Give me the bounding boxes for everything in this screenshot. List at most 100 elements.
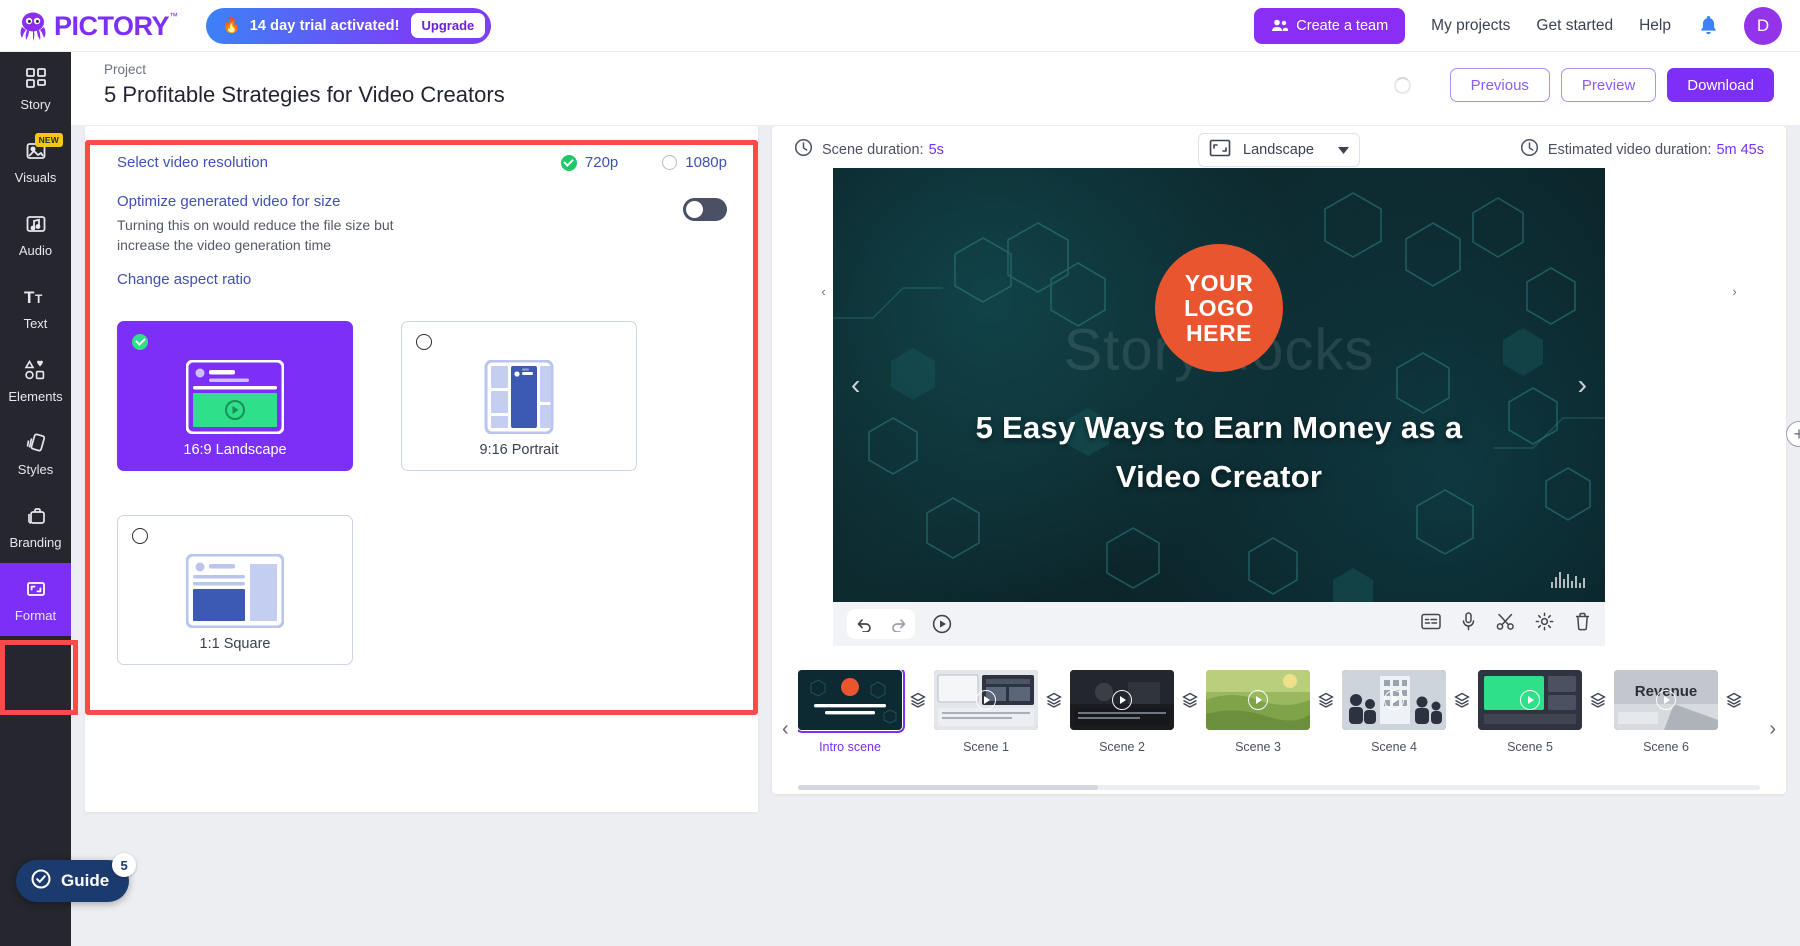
- preview-prev-arrow-icon[interactable]: ‹: [851, 369, 860, 401]
- transition-icon[interactable]: [1590, 692, 1606, 708]
- format-icon: [25, 577, 47, 601]
- clock-icon: [794, 138, 813, 162]
- project-kicker: Project: [104, 62, 147, 77]
- scene-track: Intro scene Scene 1 Scene 2 Scene 3 Scen…: [798, 670, 1760, 782]
- scene-play-icon[interactable]: [1248, 690, 1268, 710]
- undo-icon[interactable]: [847, 609, 881, 639]
- scene-label: Scene 3: [1235, 740, 1281, 754]
- sidebar-label-branding: Branding: [9, 534, 62, 550]
- scene-thumbnail-6[interactable]: Revenue Scene 6: [1614, 670, 1742, 754]
- square-thumbnail-icon: [118, 554, 352, 628]
- scene-scrollbar-track[interactable]: [798, 785, 1760, 790]
- aspect-ratio-select-value: Landscape: [1243, 142, 1314, 158]
- nav-help[interactable]: Help: [1639, 17, 1671, 35]
- resolution-option-1080p[interactable]: 1080p: [662, 154, 727, 171]
- nav-get-started[interactable]: Get started: [1536, 17, 1613, 35]
- scene-play-icon[interactable]: [1112, 690, 1132, 710]
- transition-icon[interactable]: [1726, 692, 1742, 708]
- scene-label: Scene 2: [1099, 740, 1145, 754]
- redo-icon[interactable]: [881, 609, 915, 639]
- scene-label: Scene 6: [1643, 740, 1689, 754]
- previous-button[interactable]: Previous: [1449, 68, 1550, 102]
- gear-icon[interactable]: [1535, 612, 1554, 636]
- scene-thumbnail-3[interactable]: Scene 3: [1206, 670, 1334, 754]
- scene-play-icon[interactable]: [1520, 690, 1540, 710]
- trash-icon[interactable]: [1574, 612, 1591, 636]
- sidebar-item-format[interactable]: Format: [0, 563, 71, 636]
- notifications-bell-icon[interactable]: [1699, 15, 1718, 36]
- trial-text: 14 day trial activated!: [249, 17, 400, 34]
- loading-spinner-icon: [1393, 76, 1411, 94]
- scene-thumbnail-5[interactable]: Scene 5: [1478, 670, 1606, 754]
- aspect-card-square[interactable]: 1:1 Square: [117, 515, 353, 665]
- scene-thumbnail-1[interactable]: Scene 1: [934, 670, 1062, 754]
- preview-next-arrow-icon[interactable]: ›: [1578, 369, 1587, 401]
- scene-label: Intro scene: [819, 740, 881, 754]
- pictory-logo[interactable]: PICTORY ™: [16, 9, 178, 43]
- radio-selected-icon: [132, 334, 148, 350]
- sidebar-item-story[interactable]: Story: [0, 52, 71, 125]
- user-avatar[interactable]: D: [1744, 6, 1782, 45]
- preview-left-handle[interactable]: ‹: [814, 274, 833, 308]
- scene-thumbnail-2[interactable]: Scene 2: [1070, 670, 1198, 754]
- aspect-card-portrait[interactable]: 9:16 Portrait: [401, 321, 637, 471]
- microphone-icon[interactable]: [1461, 612, 1476, 636]
- sidebar-label-elements: Elements: [8, 388, 63, 404]
- scene-thumbnail-intro[interactable]: Intro scene: [798, 670, 926, 754]
- transition-icon[interactable]: [910, 692, 926, 708]
- change-aspect-ratio-link[interactable]: Change aspect ratio: [117, 271, 251, 288]
- sidebar-item-styles[interactable]: Styles: [0, 417, 71, 490]
- aspect-card-landscape-label: 16:9 Landscape: [183, 442, 287, 458]
- styles-icon: [24, 431, 47, 455]
- sidebar-item-elements[interactable]: Elements: [0, 344, 71, 417]
- create-a-team-label: Create a team: [1296, 17, 1389, 34]
- scene-scrollbar-thumb[interactable]: [798, 785, 1098, 790]
- guide-button[interactable]: Guide 5: [16, 853, 137, 902]
- resolution-label: Select video resolution: [117, 154, 268, 171]
- play-button[interactable]: [931, 613, 953, 635]
- page-title: 5 Profitable Strategies for Video Creato…: [104, 82, 505, 107]
- optimize-toggle[interactable]: [683, 198, 727, 221]
- sidebar-item-branding[interactable]: Branding: [0, 490, 71, 563]
- scene-image: [798, 670, 905, 733]
- aspect-card-landscape[interactable]: 16:9 Landscape: [117, 321, 353, 471]
- scene-image: [934, 670, 1038, 730]
- radio-unselected-icon: [416, 334, 432, 350]
- scene-image: Revenue: [1614, 670, 1718, 730]
- sidebar-item-visuals[interactable]: NEW Visuals: [0, 125, 71, 198]
- preview-right-handle[interactable]: ›: [1725, 274, 1744, 308]
- aspect-ratio-select[interactable]: Landscape: [1198, 133, 1360, 167]
- scene-play-icon[interactable]: [1656, 690, 1676, 710]
- nav-my-projects[interactable]: My projects: [1431, 17, 1510, 35]
- preview-caption-line-1: 5 Easy Ways to Earn Money as a: [975, 410, 1463, 445]
- scene-thumbnail-4[interactable]: Scene 4: [1342, 670, 1470, 754]
- download-button[interactable]: Download: [1667, 68, 1774, 102]
- svg-text:T: T: [35, 292, 43, 306]
- sidebar-item-text[interactable]: T T Text: [0, 271, 71, 344]
- resolution-option-720p[interactable]: 720p: [560, 154, 618, 171]
- preview-button[interactable]: Preview: [1560, 68, 1657, 102]
- radio-selected-icon: [560, 154, 577, 171]
- scene-strip-next-icon[interactable]: ›: [1769, 718, 1776, 741]
- logo-line-3: HERE: [1186, 319, 1252, 346]
- transition-icon[interactable]: [1046, 692, 1062, 708]
- video-preview[interactable]: Storyblocks YOUR LOGO HERE 5 Easy Ways t…: [833, 168, 1605, 602]
- scene-strip-prev-icon[interactable]: ‹: [782, 718, 789, 741]
- scissors-icon[interactable]: [1496, 612, 1515, 636]
- portrait-thumbnail-icon: [402, 360, 636, 434]
- scene-play-icon[interactable]: [976, 690, 996, 710]
- upgrade-button[interactable]: Upgrade: [410, 13, 486, 38]
- logo-wordmark: PICTORY: [54, 10, 170, 41]
- transition-icon[interactable]: [1454, 692, 1470, 708]
- sidebar-item-audio[interactable]: Audio: [0, 198, 71, 271]
- transition-icon[interactable]: [1318, 692, 1334, 708]
- create-a-team-button[interactable]: Create a team: [1254, 7, 1406, 44]
- sidebar-label-visuals: Visuals: [14, 169, 57, 185]
- frame-icon: [1209, 139, 1231, 162]
- optimize-description: Turning this on would reduce the file si…: [117, 217, 394, 253]
- transition-icon[interactable]: [1182, 692, 1198, 708]
- landscape-thumbnail-icon: [118, 360, 352, 434]
- scene-play-icon[interactable]: [1384, 690, 1404, 710]
- subtitle-icon[interactable]: [1421, 613, 1441, 635]
- logo-line-2: LOGO: [1184, 294, 1254, 321]
